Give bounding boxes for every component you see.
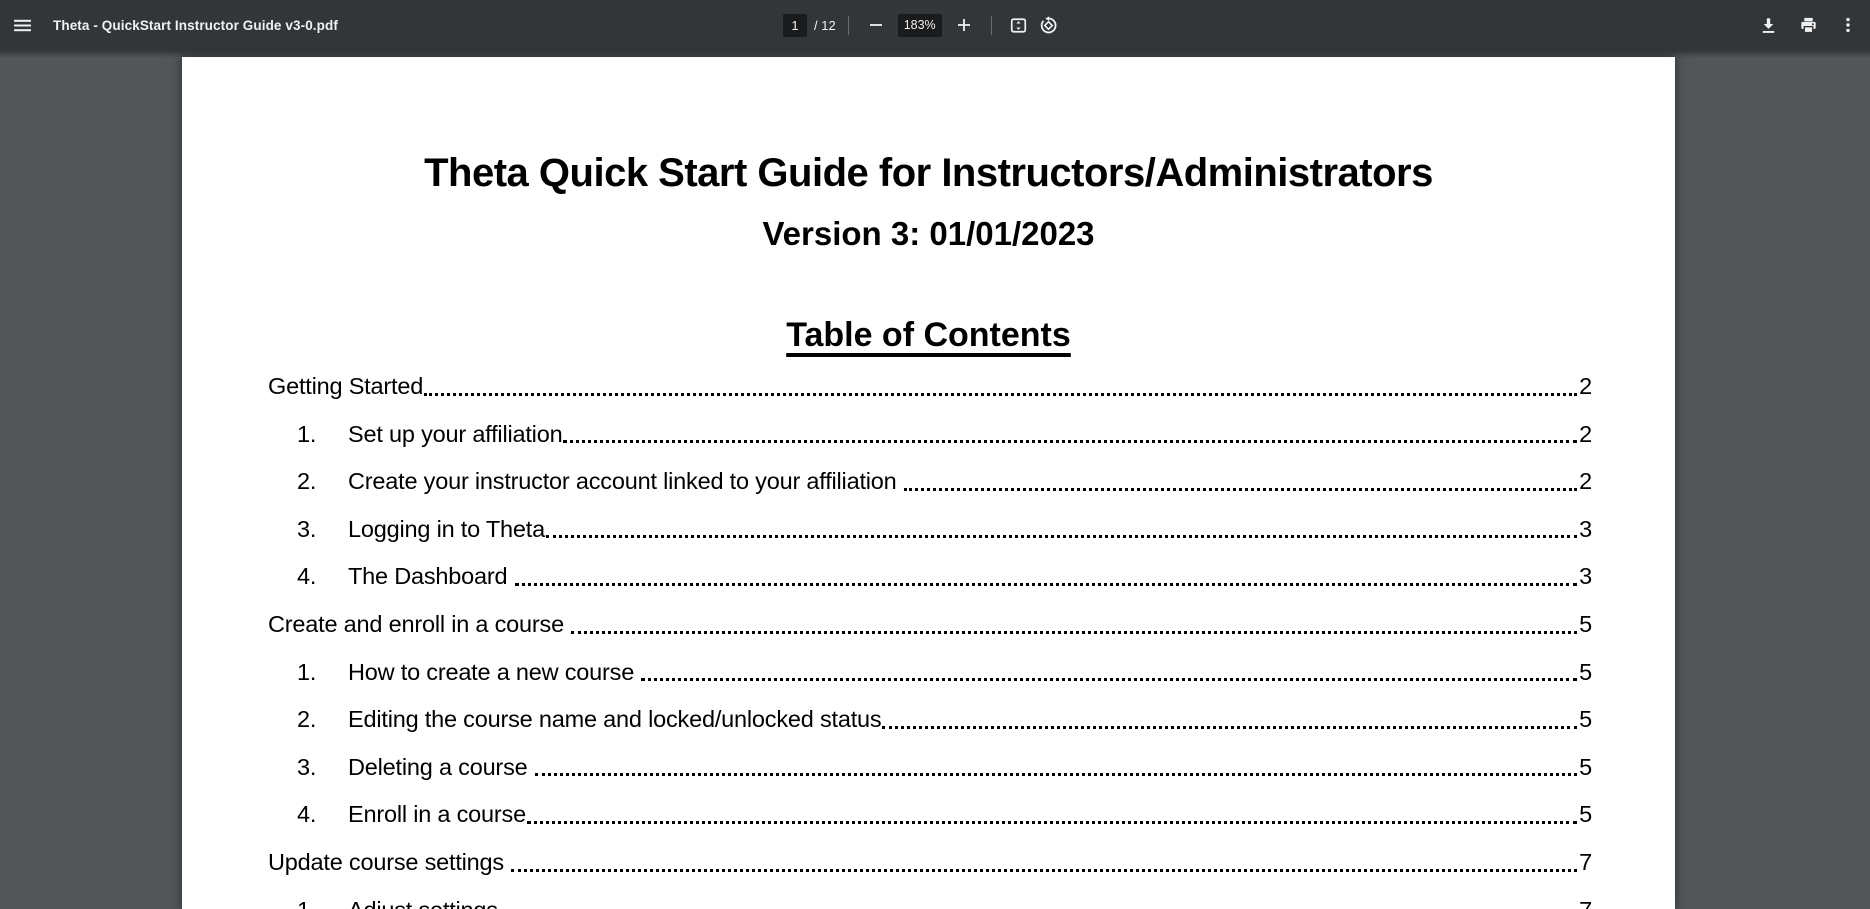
toc-dotted-leader	[514, 553, 1578, 586]
toolbar-divider	[847, 15, 849, 35]
zoom-out-button[interactable]	[861, 10, 891, 40]
toc-row[interactable]: 2. Create your instructor account linked…	[268, 458, 1592, 506]
toc-row-label: Create your instructor account linked to…	[348, 468, 903, 495]
toc-row-page: 5	[1579, 801, 1592, 828]
toc-dotted-leader	[511, 839, 1578, 872]
toolbar-right	[1752, 0, 1864, 50]
print-icon	[1799, 16, 1818, 35]
toc-row-page: 2	[1579, 373, 1592, 399]
pdf-toolbar: Theta - QuickStart Instructor Guide v3-0…	[0, 0, 1870, 50]
toc-row-page: 7	[1579, 848, 1592, 875]
toc-row-num: 2.	[297, 468, 317, 495]
toc-row-label: Set up your affiliation	[348, 420, 563, 447]
toc-dotted-leader	[903, 458, 1578, 491]
toc-row[interactable]: 1. Adjust settings 7	[268, 887, 1592, 909]
toc-row-label: The Dashboard	[348, 563, 514, 590]
toc-row-label: Adjust settings	[348, 887, 504, 909]
toc-row-label: Enroll in a course	[348, 801, 526, 828]
toolbar-divider	[990, 15, 992, 35]
toc-row-page: 2	[1579, 468, 1592, 495]
document-version-line: Version 3: 01/01/2023	[762, 215, 1095, 252]
hamburger-icon	[13, 16, 32, 35]
toc-row[interactable]: 3. Logging in to Theta 3	[268, 506, 1592, 554]
toc-dotted-leader	[424, 363, 1578, 396]
document-filename: Theta - QuickStart Instructor Guide v3-0…	[53, 17, 338, 33]
toc-dotted-leader	[641, 649, 1578, 682]
toc-row[interactable]: Update course settings 7	[268, 839, 1592, 887]
toc-row-num: 4.	[297, 801, 317, 828]
toc-row[interactable]: 4. Enroll in a course 5	[268, 791, 1592, 839]
rotate-counterclockwise-icon	[1039, 15, 1058, 35]
toc-dotted-leader	[534, 744, 1578, 777]
toc-row-page: 3	[1579, 515, 1592, 542]
pdf-viewer: Theta - QuickStart Instructor Guide v3-0…	[0, 0, 1870, 909]
toc-row-num: 1.	[297, 658, 317, 685]
page-count-label: / 12	[814, 17, 836, 33]
toc-row-label: Getting Started	[268, 373, 424, 399]
toc-row[interactable]: 1. Set up your affiliation 2	[268, 411, 1592, 459]
toc-dotted-leader	[882, 696, 1578, 729]
toc-row-page: 5	[1579, 753, 1592, 780]
toc-dotted-leader	[563, 411, 1578, 444]
toc-row[interactable]: Getting Started 2	[268, 363, 1592, 411]
menu-button[interactable]	[7, 10, 37, 40]
toc-row[interactable]: 4. The Dashboard 3	[268, 553, 1592, 601]
toc-list: Getting Started 2 1. Set up your affilia…	[268, 363, 1592, 909]
toc-row-num: 3.	[297, 515, 317, 542]
toc-row[interactable]: Create and enroll in a course 5	[268, 601, 1592, 649]
toc-row-page: 2	[1579, 420, 1592, 447]
toc-heading: Table of Contents	[786, 316, 1071, 354]
toc-row-label: Logging in to Theta	[348, 515, 545, 542]
page-number-input[interactable]	[783, 13, 807, 37]
toc-row-label: Update course settings	[268, 848, 511, 875]
toc-dotted-leader	[571, 601, 1578, 634]
toc-row-page: 7	[1579, 887, 1592, 909]
toc-row-num: 2.	[297, 706, 317, 733]
toolbar-center: / 12 183%	[783, 0, 1064, 50]
toc-row-page: 3	[1579, 563, 1592, 590]
fit-to-page-button[interactable]	[1004, 10, 1034, 40]
plus-icon	[955, 16, 973, 34]
more-options-button[interactable]	[1832, 9, 1864, 41]
document-title: Theta Quick Start Guide for Instructors/…	[424, 151, 1433, 195]
toc-row[interactable]: 3. Deleting a course 5	[268, 744, 1592, 792]
toc-row-page: 5	[1579, 610, 1592, 637]
zoom-level-value[interactable]: 183%	[897, 13, 942, 37]
toolbar-shadow	[0, 50, 1870, 58]
toc-row-page: 5	[1579, 706, 1592, 733]
toc-row[interactable]: 2. Editing the course name and locked/un…	[268, 696, 1592, 744]
print-button[interactable]	[1792, 9, 1824, 41]
rotate-button[interactable]	[1034, 10, 1064, 40]
zoom-in-button[interactable]	[949, 10, 979, 40]
fit-page-icon	[1009, 16, 1028, 35]
toc-row-label: Create and enroll in a course	[268, 610, 571, 637]
toc-row-label: How to create a new course	[348, 658, 641, 685]
toc-row-label: Editing the course name and locked/unloc…	[348, 706, 882, 733]
download-button[interactable]	[1752, 9, 1784, 41]
toc-row-num: 1.	[297, 420, 317, 447]
toc-dotted-leader	[526, 791, 1578, 824]
toc-dotted-leader	[545, 506, 1578, 539]
pdf-page-1: Theta Quick Start Guide for Instructors/…	[182, 57, 1675, 909]
download-icon	[1759, 16, 1778, 35]
toolbar-left: Theta - QuickStart Instructor Guide v3-0…	[0, 0, 338, 50]
toc-row-label: Deleting a course	[348, 753, 534, 780]
minus-icon	[867, 16, 885, 34]
toc-row-num: 1.	[297, 887, 348, 909]
kebab-menu-icon	[1839, 16, 1857, 34]
toc-row-num: 3.	[297, 753, 317, 780]
toc-dotted-leader	[505, 887, 1577, 909]
toc-row-page: 5	[1579, 658, 1592, 685]
toc-row-num: 4.	[297, 563, 317, 590]
toc-row[interactable]: 1. How to create a new course 5	[268, 649, 1592, 697]
